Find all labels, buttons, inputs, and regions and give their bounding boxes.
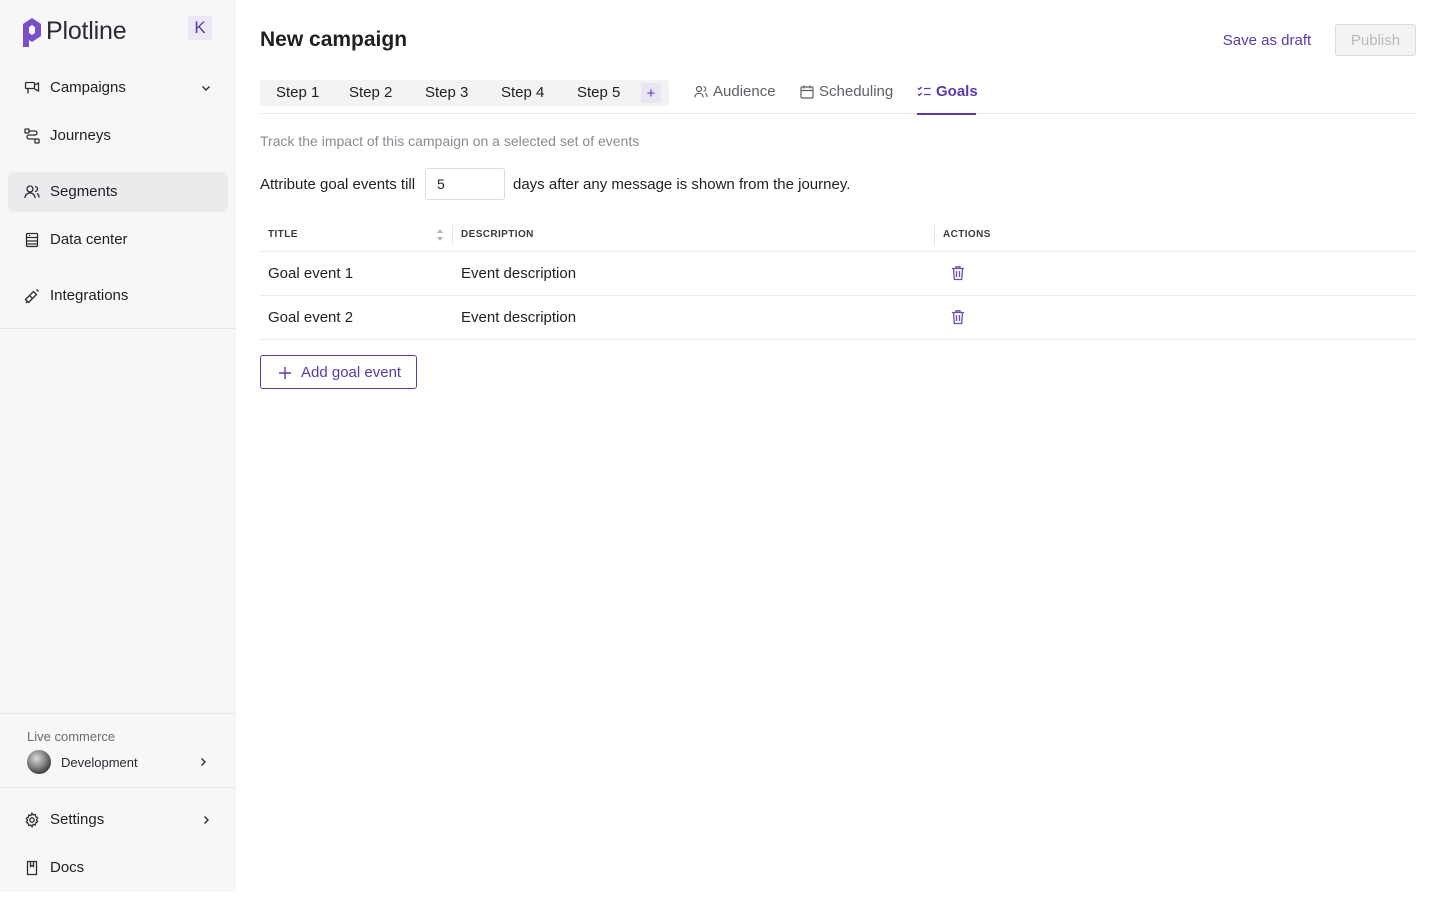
sidebar-item-campaigns[interactable]: Campaigns: [8, 68, 228, 108]
brand-logo[interactable]: Plotline K: [20, 14, 216, 50]
sidebar-item-label: Journeys: [50, 127, 111, 144]
save-as-draft-button[interactable]: Save as draft: [1212, 24, 1322, 56]
attribution-suffix: days after any message is shown from the…: [513, 176, 851, 193]
segments-icon: [24, 185, 40, 199]
sidebar-divider: [0, 328, 236, 329]
column-divider: [452, 225, 453, 245]
environment-name: Development: [61, 755, 138, 770]
org-label: Live commerce: [27, 729, 116, 744]
goal-events-table: TITLE DESCRIPTION ACTIONS Goal event 1 E…: [260, 218, 1416, 340]
plus-icon: [279, 367, 291, 379]
sidebar-item-docs[interactable]: Docs: [8, 848, 228, 888]
sort-icon[interactable]: [436, 228, 444, 242]
calendar-icon: [800, 85, 814, 99]
avatar: [27, 750, 51, 774]
tab-label: Goals: [936, 83, 978, 100]
data-center-icon: [25, 232, 39, 248]
sidebar-item-settings[interactable]: Settings: [8, 800, 228, 840]
plotline-logo-icon: [23, 18, 41, 47]
attribution-prefix: Attribute goal events till: [260, 176, 416, 193]
sidebar-item-journeys[interactable]: Journeys: [8, 116, 228, 156]
sidebar-item-label: Campaigns: [50, 79, 126, 96]
sidebar-divider: [0, 713, 236, 714]
goal-title: Goal event 1: [268, 265, 354, 282]
tab-audience[interactable]: Audience: [694, 80, 778, 114]
sidebar-item-label: Data center: [50, 231, 128, 248]
collapse-sidebar-button[interactable]: K: [188, 16, 212, 40]
gear-icon: [25, 812, 39, 828]
trash-icon[interactable]: [950, 309, 966, 325]
add-goal-event-label: Add goal event: [301, 364, 402, 381]
goal-description: Event description: [461, 309, 577, 326]
goals-description: Track the impact of this campaign on a s…: [260, 133, 640, 149]
journeys-icon: [24, 128, 40, 144]
main-content: New campaign Save as draft Publish Step …: [260, 0, 1416, 900]
plus-icon: +: [646, 84, 656, 102]
sidebar-divider: [0, 787, 236, 788]
goal-title: Goal event 2: [268, 309, 354, 326]
chevron-down-icon[interactable]: [200, 82, 212, 94]
chevron-right-icon: [204, 816, 209, 824]
sidebar: Plotline K Campaigns Journeys Segments D…: [0, 0, 236, 892]
attribution-days-input[interactable]: [425, 168, 505, 200]
page-title: New campaign: [260, 28, 408, 51]
tab-step-2[interactable]: Step 2: [349, 84, 392, 101]
sidebar-item-segments[interactable]: Segments: [8, 172, 228, 212]
sidebar-item-label: Integrations: [50, 287, 129, 304]
docs-icon: [26, 860, 38, 876]
integrations-icon: [24, 289, 39, 304]
tab-label: Audience: [713, 83, 776, 100]
trash-icon[interactable]: [950, 265, 966, 281]
campaign-tabs: Step 1 Step 2 Step 3 Step 4 Step 5 + Aud…: [260, 80, 1416, 115]
goal-description: Event description: [461, 265, 577, 282]
brand-name: Plotline: [46, 17, 127, 45]
tab-goals[interactable]: Goals: [917, 80, 978, 115]
chevron-right-icon: [201, 758, 206, 766]
tab-step-5[interactable]: Step 5: [577, 84, 620, 101]
table-row: Goal event 1 Event description: [260, 252, 1416, 296]
column-header-actions: ACTIONS: [943, 229, 991, 240]
tab-scheduling[interactable]: Scheduling: [800, 80, 896, 114]
tab-step-1[interactable]: Step 1: [276, 84, 319, 101]
steps-group: Step 1 Step 2 Step 3 Step 4 Step 5 +: [260, 80, 669, 106]
publish-button[interactable]: Publish: [1335, 24, 1416, 56]
sidebar-item-label: Segments: [50, 183, 118, 200]
goals-checklist-icon: [917, 86, 931, 97]
tab-label: Scheduling: [819, 83, 894, 100]
attribution-window: Attribute goal events till days after an…: [260, 168, 960, 200]
column-header-title[interactable]: TITLE: [268, 229, 298, 240]
table-header: TITLE DESCRIPTION ACTIONS: [260, 218, 1416, 252]
column-header-description: DESCRIPTION: [461, 229, 534, 240]
add-step-button[interactable]: +: [641, 83, 661, 103]
add-goal-event-button[interactable]: Add goal event: [260, 355, 417, 389]
audience-icon: [694, 85, 708, 98]
environment-switcher[interactable]: Development: [27, 750, 217, 776]
sidebar-item-label: Settings: [50, 811, 105, 828]
sidebar-item-data-center[interactable]: Data center: [8, 220, 228, 260]
column-divider: [934, 225, 935, 245]
table-row: Goal event 2 Event description: [260, 296, 1416, 340]
sidebar-item-integrations[interactable]: Integrations: [8, 276, 228, 316]
sidebar-item-label: Docs: [50, 859, 85, 876]
tab-step-4[interactable]: Step 4: [501, 84, 544, 101]
campaigns-icon: [24, 81, 40, 94]
tab-step-3[interactable]: Step 3: [425, 84, 468, 101]
collapse-icon: K: [194, 18, 206, 37]
